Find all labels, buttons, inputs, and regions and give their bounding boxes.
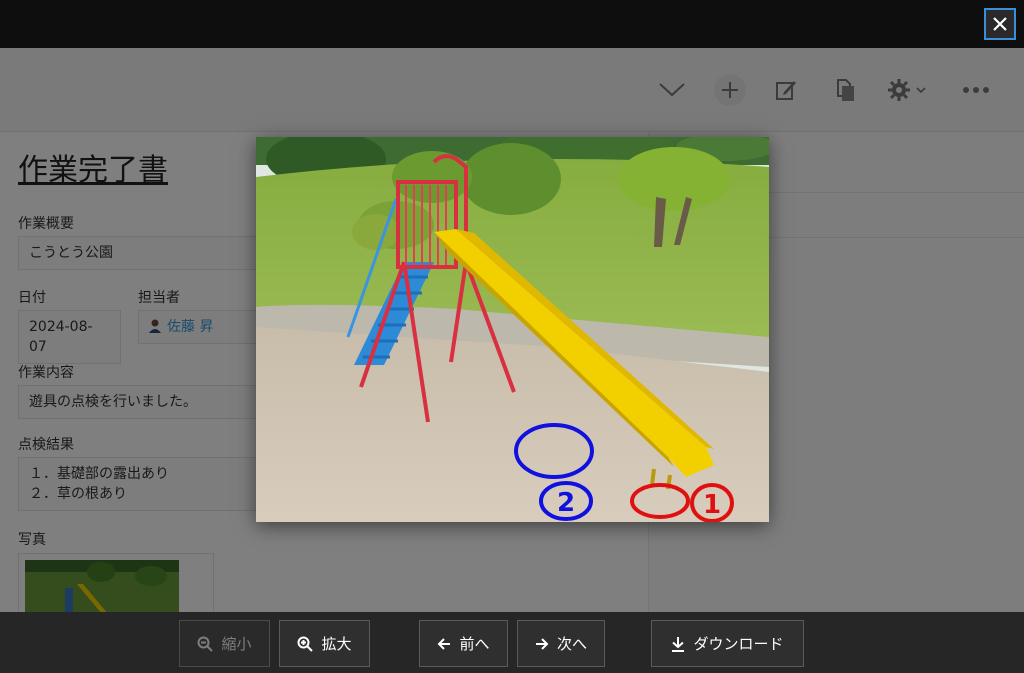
zoom-in-label: 拡大: [321, 635, 352, 653]
zoom-in-button[interactable]: 拡大: [279, 620, 370, 667]
arrow-right-icon: [535, 637, 549, 650]
zoom-out-label: 縮小: [221, 635, 252, 653]
playground-photo: 2 1: [256, 137, 769, 522]
zoom-out-icon: [197, 636, 214, 652]
close-button[interactable]: [984, 8, 1016, 40]
download-icon: [672, 636, 685, 652]
annotation-1: 1: [703, 490, 721, 520]
zoom-out-button[interactable]: 縮小: [179, 620, 270, 667]
download-label: ダウンロード: [693, 635, 784, 653]
download-button[interactable]: ダウンロード: [651, 620, 804, 667]
close-icon: [993, 17, 1007, 31]
arrow-left-icon: [438, 637, 451, 650]
next-label: 次へ: [556, 635, 587, 653]
prev-button[interactable]: 前へ: [419, 620, 508, 667]
viewer-toolbar: [0, 612, 1024, 673]
next-button[interactable]: 次へ: [517, 620, 605, 667]
zoom-in-icon: [297, 636, 314, 652]
annotation-2: 2: [557, 488, 575, 518]
prev-label: 前へ: [459, 635, 490, 653]
